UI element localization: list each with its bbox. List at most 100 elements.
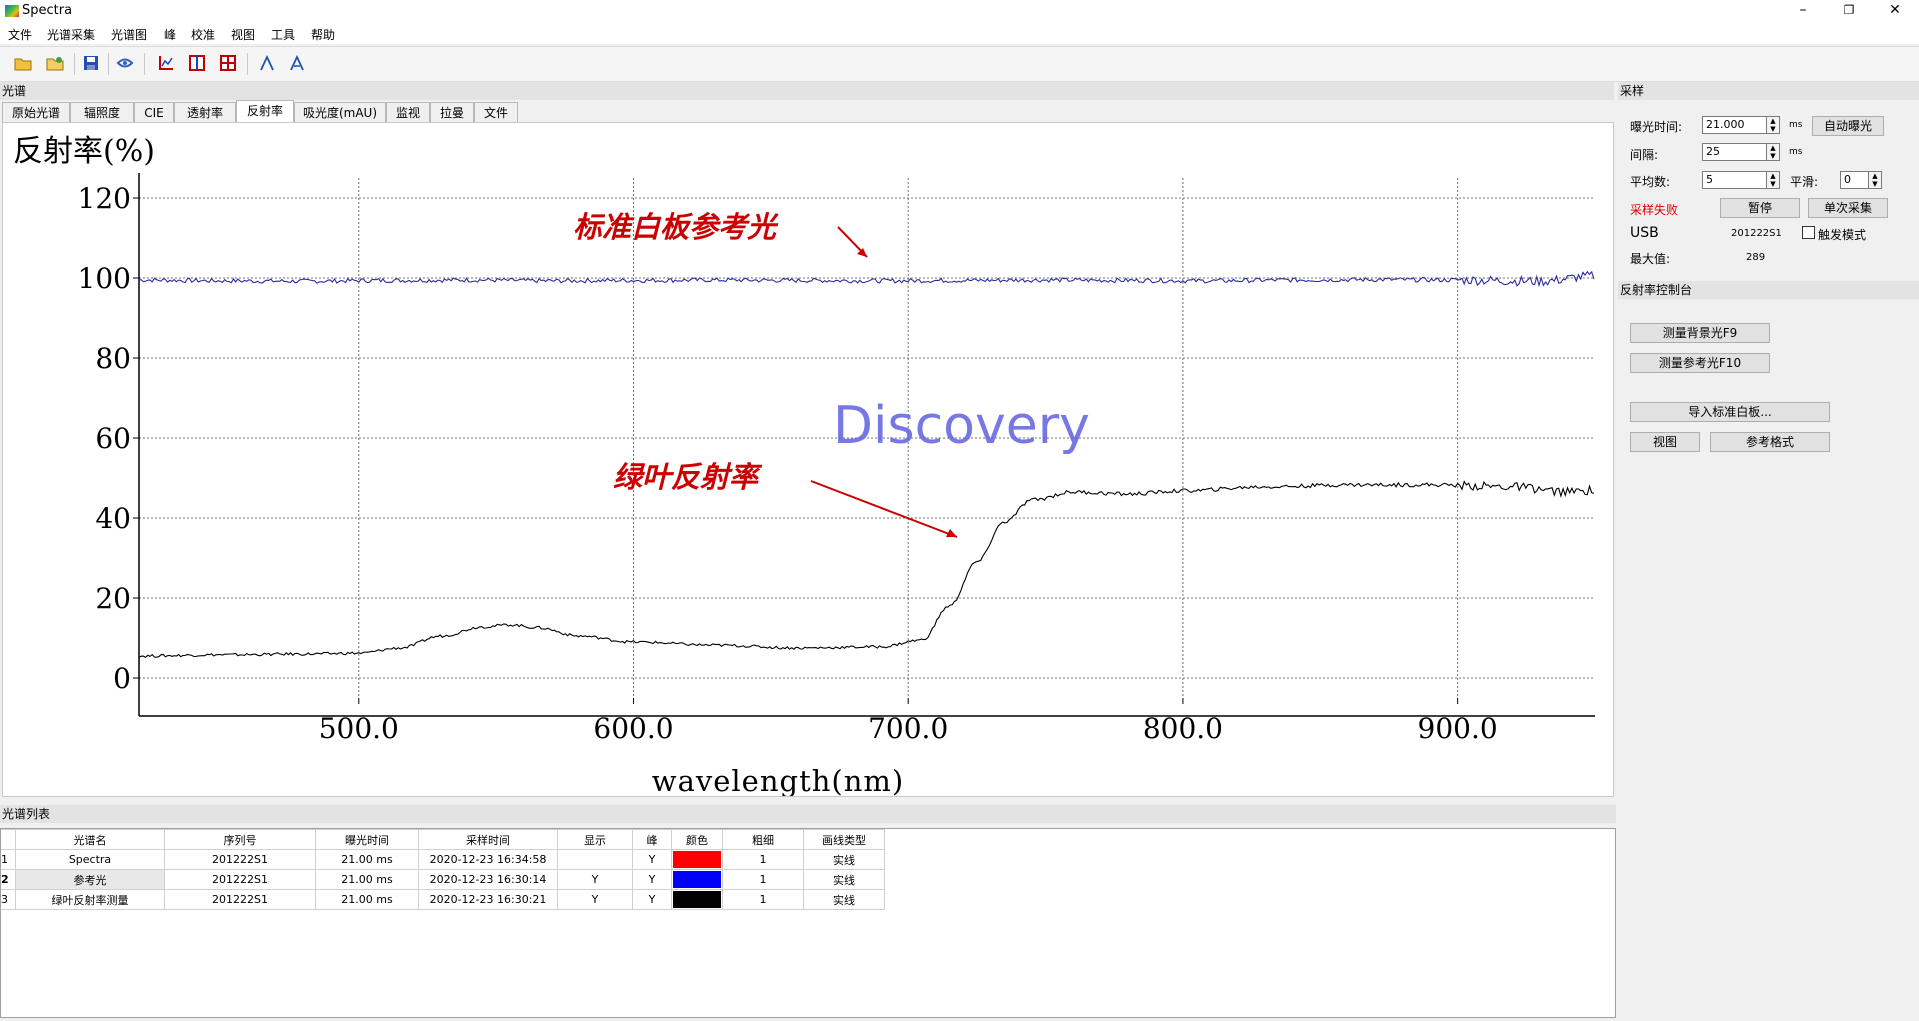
average-spinner[interactable]: ▲ ▼ xyxy=(1766,171,1780,189)
row-show[interactable] xyxy=(557,849,633,870)
reflectance-chart-area[interactable]: 反射率(%) 500.0 600.0 700.0 800.0 900.0 0 20 40 60 8… xyxy=(2,122,1614,798)
tab-absorbance[interactable]: 吸光度(mAU) xyxy=(294,102,386,122)
measure-reference-button[interactable]: 测量参考光F10 xyxy=(1630,353,1770,373)
spectrum-list-title: 光谱列表 xyxy=(0,805,1616,823)
table-row[interactable]: 2 参考光 201222S1 21.00 ms 2020-12-23 16:30… xyxy=(1,869,885,890)
single-acquire-button[interactable]: 单次采集 xyxy=(1808,198,1888,218)
row-show[interactable]: Y xyxy=(557,869,633,890)
menu-tools[interactable]: 工具 xyxy=(271,26,295,43)
exposure-input[interactable]: 21.000 xyxy=(1702,116,1768,134)
toolbar-separator xyxy=(108,53,109,75)
y-tick-label: 20 xyxy=(95,582,131,615)
average-input[interactable]: 5 xyxy=(1702,171,1768,189)
tab-irradiance[interactable]: 辐照度 xyxy=(70,102,134,122)
tab-transmittance[interactable]: 透射率 xyxy=(174,102,236,122)
spectrum-list: 光谱名 序列号 曝光时间 采样时间 显示 峰 颜色 粗细 画线类型 1 Spec… xyxy=(0,828,1616,1018)
row-width[interactable]: 1 xyxy=(722,889,804,910)
close-button[interactable]: ✕ xyxy=(1872,0,1918,22)
menu-acquire[interactable]: 光谱采集 xyxy=(47,26,95,43)
row-peak[interactable]: Y xyxy=(632,849,672,870)
table-row[interactable]: 1 Spectra 201222S1 21.00 ms 2020-12-23 1… xyxy=(1,849,885,870)
save-icon[interactable] xyxy=(82,55,100,73)
split-view-icon[interactable] xyxy=(188,55,206,73)
trigger-mode-checkbox[interactable] xyxy=(1802,226,1815,239)
row-color[interactable] xyxy=(671,869,723,890)
interval-spinner[interactable]: ▲ ▼ xyxy=(1766,143,1780,161)
row-linetype[interactable]: 实线 xyxy=(803,889,885,910)
acquire-icon[interactable] xyxy=(116,55,134,73)
peak-icon[interactable] xyxy=(258,54,276,73)
row-serial: 201222S1 xyxy=(164,889,316,910)
color-swatch xyxy=(673,891,721,908)
row-width[interactable]: 1 xyxy=(722,849,804,870)
pause-button[interactable]: 暂停 xyxy=(1720,198,1800,218)
open-icon[interactable] xyxy=(14,55,32,73)
table-header[interactable]: 显示 xyxy=(557,829,633,850)
view-button[interactable]: 视图 xyxy=(1630,432,1700,452)
chart-title: 反射率(%) xyxy=(13,134,155,169)
reference-format-button[interactable]: 参考格式 xyxy=(1710,432,1830,452)
toolbar-separator xyxy=(144,53,145,75)
row-serial: 201222S1 xyxy=(164,849,316,870)
row-serial: 201222S1 xyxy=(164,869,316,890)
table-row[interactable]: 3 绿叶反射率测量 201222S1 21.00 ms 2020-12-23 1… xyxy=(1,889,885,910)
maximize-button[interactable]: ❐ xyxy=(1826,0,1872,22)
usb-label: USB xyxy=(1630,225,1659,241)
table-header[interactable]: 序列号 xyxy=(164,829,316,850)
color-swatch xyxy=(673,851,721,868)
row-show[interactable]: Y xyxy=(557,889,633,910)
menu-spectrum-chart[interactable]: 光谱图 xyxy=(111,26,147,43)
minimize-button[interactable]: – xyxy=(1780,0,1826,22)
chart-icon[interactable] xyxy=(157,55,175,73)
table-header[interactable]: 粗细 xyxy=(722,829,804,850)
table-header[interactable]: 颜色 xyxy=(671,829,723,850)
table-header[interactable]: 曝光时间 xyxy=(315,829,419,850)
peak-label-icon[interactable] xyxy=(288,54,306,73)
row-peak[interactable]: Y xyxy=(632,869,672,890)
tab-monitor[interactable]: 监视 xyxy=(386,102,430,122)
menu-file[interactable]: 文件 xyxy=(8,26,32,43)
row-name[interactable]: Spectra xyxy=(15,849,165,870)
tab-reflectance[interactable]: 反射率 xyxy=(236,100,294,123)
measure-background-button[interactable]: 测量背景光F9 xyxy=(1630,323,1770,343)
table-header[interactable]: 峰 xyxy=(632,829,672,850)
x-tick-label: 900.0 xyxy=(1418,712,1498,745)
menu-calibrate[interactable]: 校准 xyxy=(191,26,215,43)
import-white-standard-button[interactable]: 导入标准白板... xyxy=(1630,402,1830,422)
open-folder-icon[interactable] xyxy=(46,55,64,73)
row-name[interactable]: 绿叶反射率测量 xyxy=(15,889,165,910)
auto-exposure-button[interactable]: 自动曝光 xyxy=(1812,116,1884,136)
interval-input[interactable]: 25 xyxy=(1702,143,1768,161)
x-axis-label: wavelength(nm) xyxy=(652,764,904,796)
chart-ticks: 500.0 600.0 700.0 800.0 900.0 0 20 40 60 80 100 120 xyxy=(78,182,1498,745)
row-index: 3 xyxy=(1,889,16,910)
tab-cie[interactable]: CIE xyxy=(134,102,174,122)
table-header[interactable]: 光谱名 xyxy=(15,829,165,850)
tab-raman[interactable]: 拉曼 xyxy=(430,102,474,122)
row-width[interactable]: 1 xyxy=(722,869,804,890)
smooth-input[interactable]: 0 xyxy=(1840,171,1870,189)
exposure-spinner[interactable]: ▲ ▼ xyxy=(1766,116,1780,134)
menu-help[interactable]: 帮助 xyxy=(311,26,335,43)
row-color[interactable] xyxy=(671,849,723,870)
x-tick-label: 800.0 xyxy=(1143,712,1223,745)
annotation-leaf-reflectance: 绿叶反射率 xyxy=(613,460,763,494)
menu-view[interactable]: 视图 xyxy=(231,26,255,43)
row-linetype[interactable]: 实线 xyxy=(803,849,885,870)
table-header[interactable]: 画线类型 xyxy=(803,829,885,850)
annotation-arrow-leaf-reflectance xyxy=(810,480,958,538)
smooth-spinner[interactable]: ▲ ▼ xyxy=(1868,171,1882,189)
grid-view-icon[interactable] xyxy=(219,55,237,73)
tab-file[interactable]: 文件 xyxy=(474,102,518,122)
row-color[interactable] xyxy=(671,889,723,910)
window-title: Spectra xyxy=(22,3,73,18)
max-value-label: 最大值: xyxy=(1630,252,1671,266)
table-header-index xyxy=(1,829,16,850)
row-name[interactable]: 参考光 xyxy=(15,869,165,890)
menu-peak[interactable]: 峰 xyxy=(164,26,176,43)
series-line-leaf-reflectance xyxy=(138,480,1595,658)
table-header[interactable]: 采样时间 xyxy=(418,829,558,850)
row-peak[interactable]: Y xyxy=(632,889,672,910)
row-linetype[interactable]: 实线 xyxy=(803,869,885,890)
tab-raw-spectrum[interactable]: 原始光谱 xyxy=(2,102,70,122)
